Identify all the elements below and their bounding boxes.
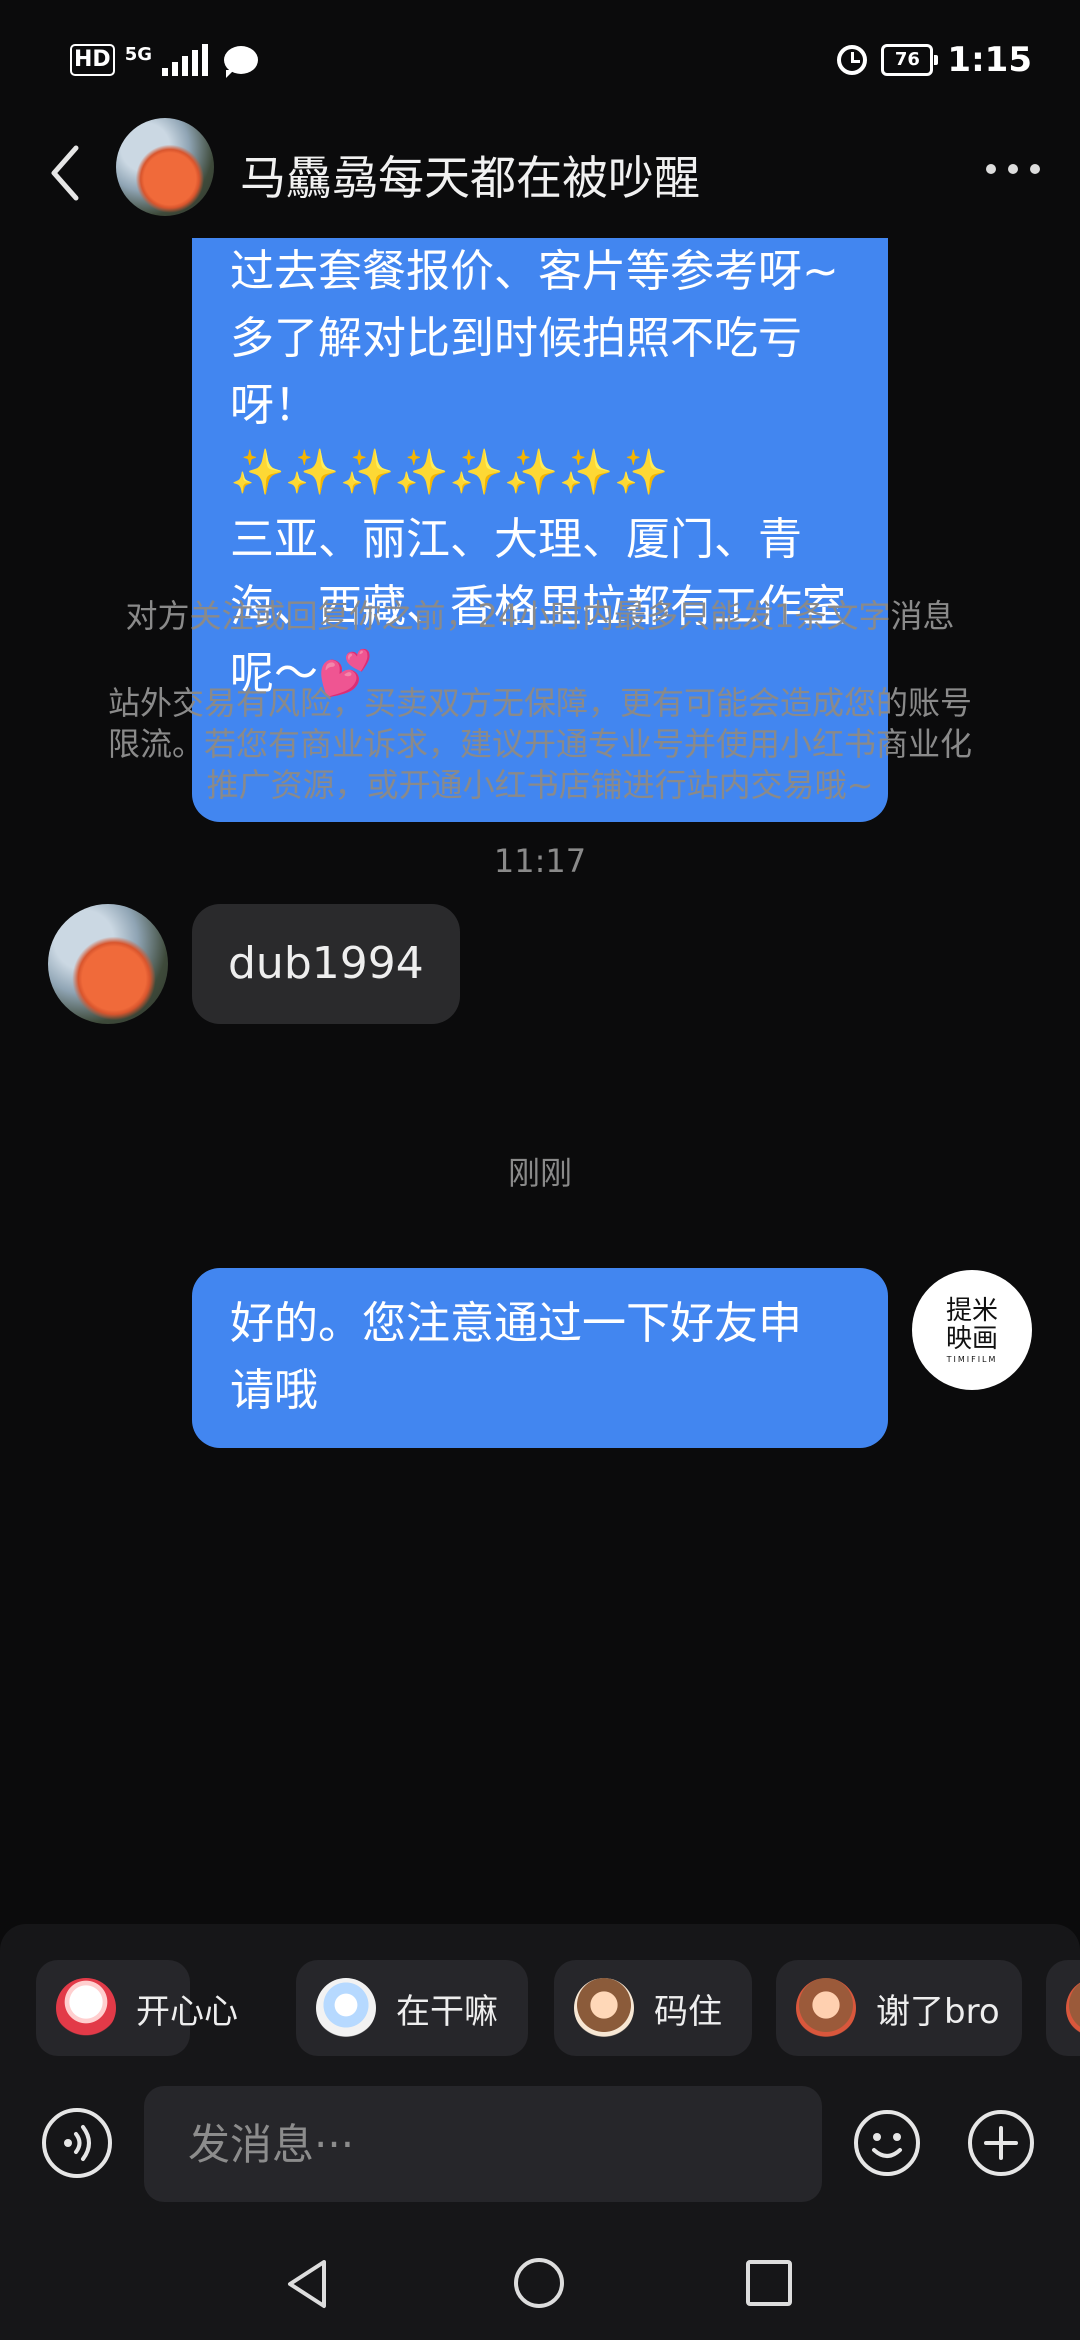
- message-line: 多了解对比到时候拍照不吃亏呀！: [230, 313, 802, 431]
- alarm-icon: [837, 45, 868, 75]
- quick-reply-chip[interactable]: 码住: [554, 1960, 752, 2056]
- emoji-icon[interactable]: [852, 2108, 922, 2178]
- message-line: 好的。您注意通过一下好友申: [230, 1298, 802, 1349]
- back-icon[interactable]: [46, 138, 86, 208]
- contact-name[interactable]: 马驫骉每天都在被吵醒: [240, 142, 700, 208]
- status-right: 76 1:15: [837, 40, 1032, 80]
- nav-recent-apps-icon[interactable]: [746, 2260, 792, 2306]
- chat-messages[interactable]: 过去套餐报价、客片等参考呀~ 多了解对比到时候拍照不吃亏呀！ ✨✨✨✨✨✨✨✨ …: [0, 238, 1080, 1918]
- contact-avatar-small[interactable]: [48, 904, 168, 1024]
- voice-input-icon[interactable]: [42, 2108, 112, 2178]
- sound-waves-icon: [64, 2125, 91, 2161]
- system-notice-risk-warning: 站外交易有风险，买卖双方无保障，更有可能会造成您的账号限流。若您有商业诉求，建议…: [107, 684, 972, 804]
- message-input[interactable]: [144, 2086, 822, 2202]
- signal-icon: [162, 44, 208, 76]
- more-options-icon[interactable]: [986, 164, 1040, 174]
- network-type: 5G: [124, 43, 152, 65]
- timestamp: 刚刚: [507, 1154, 572, 1192]
- quick-reply-chip[interactable]: 在干嘛: [296, 1960, 528, 2056]
- avatar-logo-subtext: TIMIFILM: [946, 1354, 998, 1364]
- quick-reply-chip[interactable]: 谢了bro: [776, 1960, 1022, 2056]
- message-line: 过去套餐报价、客片等参考呀~: [230, 246, 839, 297]
- thanks-sticker-icon: [796, 1978, 856, 2038]
- battery-icon: 76: [881, 44, 939, 76]
- quick-reply-bar[interactable]: 开心心 在干嘛 码住 谢了bro: [36, 1960, 1080, 2060]
- status-bar: HD 5G 76 1:15: [0, 0, 1080, 120]
- avatar-logo-text: 映画: [945, 1323, 998, 1354]
- timestamp: 11:17: [493, 842, 587, 880]
- status-time: 1:15: [947, 40, 1032, 80]
- nav-home-icon[interactable]: [514, 2258, 564, 2308]
- nav-back-icon[interactable]: [282, 2256, 332, 2312]
- quick-reply-label: 谢了bro: [876, 1991, 1000, 2032]
- add-attachment-icon[interactable]: [966, 2108, 1036, 2178]
- my-avatar[interactable]: 提米 映画 TIMIFILM: [912, 1270, 1032, 1390]
- quick-reply-label: 码住: [654, 1991, 722, 2032]
- bookmark-sticker-icon: [574, 1978, 634, 2038]
- happy-sticker-icon: [56, 1978, 116, 2038]
- message-line: ✨✨✨✨✨✨✨✨: [230, 447, 669, 498]
- hd-badge: HD: [70, 44, 115, 76]
- chat-header: 马驫骉每天都在被吵醒: [0, 118, 1080, 238]
- contact-avatar[interactable]: [116, 118, 214, 216]
- incoming-message-bubble[interactable]: dub1994: [192, 904, 460, 1024]
- outgoing-message-bubble[interactable]: 好的。您注意通过一下好友申 请哦: [192, 1268, 888, 1448]
- sticker-icon: [1066, 1978, 1080, 2038]
- message-line: 请哦: [230, 1365, 318, 1416]
- status-left: HD 5G: [70, 43, 258, 78]
- quick-reply-chip[interactable]: 开心心: [36, 1960, 238, 2056]
- system-notice-message-limit: 对方关注或回复你之前，24小时内最多只能发1条文字消息: [125, 597, 955, 635]
- avatar-logo-text: 提米: [945, 1295, 998, 1326]
- quick-reply-label: 在干嘛: [396, 1991, 498, 2032]
- message-notification-icon: [224, 46, 258, 78]
- quick-reply-label: 开心心: [136, 1991, 238, 2032]
- quick-reply-chip[interactable]: [1046, 1960, 1080, 2056]
- curious-sticker-icon: [316, 1978, 376, 2038]
